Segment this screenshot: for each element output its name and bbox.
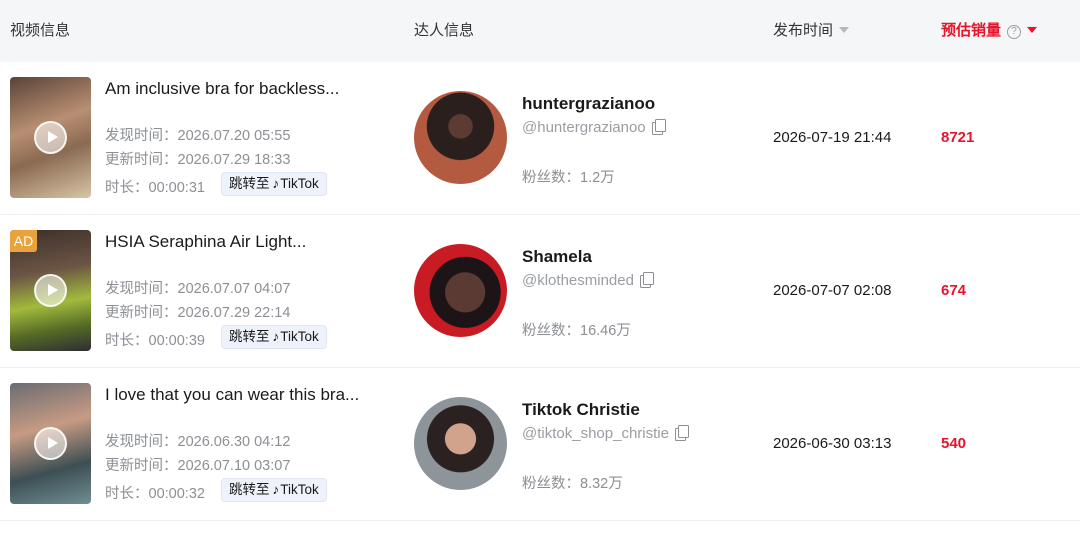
column-header-creator-info: 达人信息 xyxy=(414,0,474,62)
tiktok-logo-icon: ♪ xyxy=(272,176,280,191)
discover-time: 发现时间：2026.06.30 04:12 xyxy=(105,430,290,451)
tiktok-label: TikTok xyxy=(280,176,319,191)
estimated-sales: 8721 xyxy=(941,129,975,146)
discover-time-label: 发现时间： xyxy=(105,128,178,144)
update-time: 更新时间：2026.07.29 22:14 xyxy=(105,301,290,322)
creator-handle-text: @huntergrazianoo xyxy=(522,119,646,136)
video-title[interactable]: I love that you can wear this bra... xyxy=(105,385,359,405)
tiktok-label: TikTok xyxy=(280,329,319,344)
table-row: Am inclusive bra for backless... 发现时间：20… xyxy=(0,62,1080,215)
jump-to-label: 跳转至 xyxy=(229,329,270,344)
discover-time: 发现时间：2026.07.20 05:55 xyxy=(105,124,290,145)
copy-icon[interactable] xyxy=(651,119,667,135)
column-header-publish-time-label: 发布时间 xyxy=(773,22,834,39)
creator-handle: @tiktok_shop_christie xyxy=(522,425,690,442)
creator-name[interactable]: Tiktok Christie xyxy=(522,400,640,420)
creator-handle-text: @klothesminded xyxy=(522,272,634,289)
fans-value: 8.32万 xyxy=(580,476,623,492)
publish-time: 2026-07-07 02:08 xyxy=(773,282,892,299)
fans-label: 粉丝数： xyxy=(522,323,580,339)
table-header: 视频信息 达人信息 发布时间 预估销量? xyxy=(0,0,1080,62)
video-duration: 时长：00:00:31 xyxy=(105,176,205,197)
video-thumbnail[interactable] xyxy=(10,383,91,504)
duration-label: 时长： xyxy=(105,333,149,349)
discover-time-value: 2026.07.07 04:07 xyxy=(177,281,291,297)
fans-value: 1.2万 xyxy=(580,170,615,186)
video-thumbnail[interactable] xyxy=(10,77,91,198)
duration-label: 时长： xyxy=(105,180,149,196)
sort-caret-down-icon-active[interactable] xyxy=(1027,27,1038,33)
discover-time: 发现时间：2026.07.07 04:07 xyxy=(105,277,290,298)
estimated-sales: 674 xyxy=(941,282,967,299)
creator-name[interactable]: huntergrazianoo xyxy=(522,94,655,114)
update-time: 更新时间：2026.07.29 18:33 xyxy=(105,148,290,169)
jump-to-tiktok-button[interactable]: 跳转至 ♪TikTok xyxy=(221,172,327,196)
update-time: 更新时间：2026.07.10 03:07 xyxy=(105,454,290,475)
update-time-label: 更新时间： xyxy=(105,305,178,321)
jump-to-label: 跳转至 xyxy=(229,482,270,497)
creator-handle: @klothesminded xyxy=(522,272,655,289)
column-header-estimated-sales-label: 预估销量 xyxy=(941,22,1002,39)
ad-badge: AD xyxy=(10,230,37,252)
duration-label: 时长： xyxy=(105,486,149,502)
column-header-video-info: 视频信息 xyxy=(10,0,70,62)
video-title[interactable]: HSIA Seraphina Air Light... xyxy=(105,232,306,252)
video-duration: 时长：00:00:39 xyxy=(105,329,205,350)
video-title[interactable]: Am inclusive bra for backless... xyxy=(105,79,339,99)
play-icon[interactable] xyxy=(34,427,67,460)
publish-time: 2026-06-30 03:13 xyxy=(773,435,892,452)
publish-time: 2026-07-19 21:44 xyxy=(773,129,892,146)
discover-time-label: 发现时间： xyxy=(105,281,178,297)
copy-icon[interactable] xyxy=(639,272,655,288)
column-header-estimated-sales[interactable]: 预估销量? xyxy=(941,0,1038,62)
play-icon[interactable] xyxy=(34,274,67,307)
column-header-video-info-label: 视频信息 xyxy=(10,22,71,39)
update-time-value: 2026.07.29 22:14 xyxy=(177,305,291,321)
update-time-label: 更新时间： xyxy=(105,458,178,474)
creator-name[interactable]: Shamela xyxy=(522,247,592,267)
video-duration: 时长：00:00:32 xyxy=(105,482,205,503)
sort-caret-down-icon[interactable] xyxy=(839,27,850,33)
duration-value: 00:00:39 xyxy=(148,333,205,349)
tiktok-label: TikTok xyxy=(280,482,319,497)
creator-fans: 粉丝数：8.32万 xyxy=(522,472,623,493)
fans-label: 粉丝数： xyxy=(522,170,580,186)
video-thumbnail[interactable]: AD xyxy=(10,230,91,351)
table-row: I love that you can wear this bra... 发现时… xyxy=(0,368,1080,521)
fans-label: 粉丝数： xyxy=(522,476,580,492)
discover-time-value: 2026.06.30 04:12 xyxy=(177,434,291,450)
jump-to-tiktok-button[interactable]: 跳转至 ♪TikTok xyxy=(221,478,327,502)
tiktok-logo-icon: ♪ xyxy=(272,329,280,344)
copy-icon[interactable] xyxy=(674,425,690,441)
creator-handle: @huntergrazianoo xyxy=(522,119,667,136)
fans-value: 16.46万 xyxy=(580,323,631,339)
tiktok-logo-icon: ♪ xyxy=(272,482,280,497)
column-header-creator-info-label: 达人信息 xyxy=(414,22,475,39)
update-time-value: 2026.07.10 03:07 xyxy=(177,458,291,474)
discover-time-value: 2026.07.20 05:55 xyxy=(177,128,291,144)
jump-to-tiktok-button[interactable]: 跳转至 ♪TikTok xyxy=(221,325,327,349)
column-header-publish-time[interactable]: 发布时间 xyxy=(773,0,850,62)
table-row: AD HSIA Seraphina Air Light... 发现时间：2026… xyxy=(0,215,1080,368)
update-time-label: 更新时间： xyxy=(105,152,178,168)
discover-time-label: 发现时间： xyxy=(105,434,178,450)
play-icon[interactable] xyxy=(34,121,67,154)
question-circle-icon[interactable]: ? xyxy=(1007,25,1022,39)
duration-value: 00:00:32 xyxy=(148,486,205,502)
estimated-sales: 540 xyxy=(941,435,967,452)
creator-avatar[interactable] xyxy=(414,244,507,337)
jump-to-label: 跳转至 xyxy=(229,176,270,191)
creator-avatar[interactable] xyxy=(414,397,507,490)
creator-handle-text: @tiktok_shop_christie xyxy=(522,425,669,442)
update-time-value: 2026.07.29 18:33 xyxy=(177,152,291,168)
creator-avatar[interactable] xyxy=(414,91,507,184)
creator-fans: 粉丝数：1.2万 xyxy=(522,166,615,187)
duration-value: 00:00:31 xyxy=(148,180,205,196)
creator-fans: 粉丝数：16.46万 xyxy=(522,319,631,340)
